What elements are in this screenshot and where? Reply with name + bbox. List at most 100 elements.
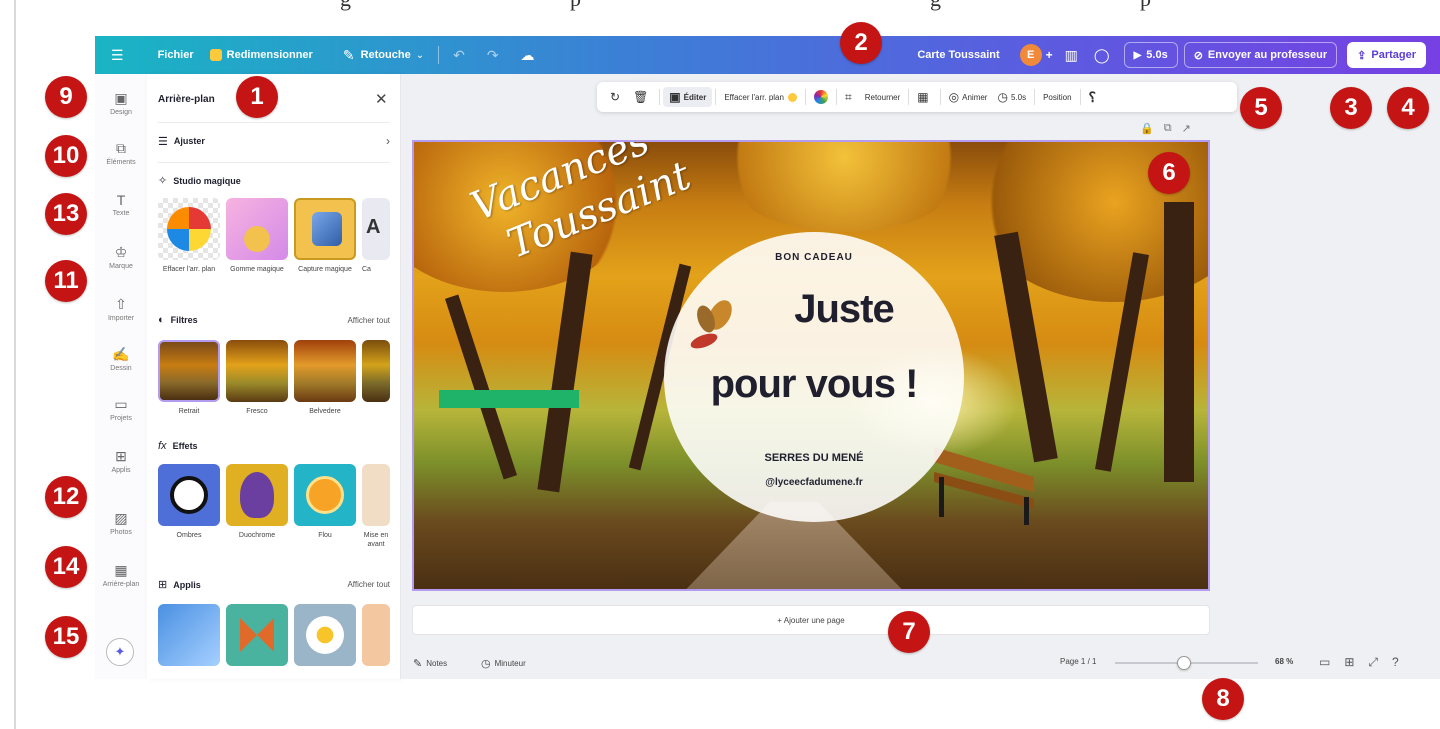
- animate-label: Animer: [962, 92, 988, 102]
- resize-label: Redimensionner: [226, 49, 313, 61]
- edit-image-button[interactable]: ▣ Éditer: [663, 87, 713, 107]
- paint-roller-icon: ⸮: [1088, 88, 1096, 105]
- app-thumb[interactable]: [294, 604, 356, 666]
- animate-button[interactable]: ◎ Animer: [944, 90, 993, 104]
- page-view-icon[interactable]: ▭: [1319, 655, 1330, 670]
- cloud-save-button[interactable]: ☁: [513, 36, 549, 74]
- marker-7: 7: [888, 611, 930, 653]
- apps-see-all[interactable]: Afficher tout: [347, 580, 390, 589]
- effect-thumb[interactable]: [226, 464, 288, 526]
- elements-icon: ⧉: [116, 140, 126, 156]
- file-menu[interactable]: Fichier: [150, 36, 202, 74]
- marker-12: 12: [45, 476, 87, 518]
- lock-icon[interactable]: 🔒: [1140, 122, 1154, 135]
- filter-thumb[interactable]: [226, 340, 288, 402]
- resize-button[interactable]: Redimensionner: [202, 36, 321, 74]
- app-thumb[interactable]: [158, 604, 220, 666]
- design-canvas[interactable]: Vacances Toussaint BON CADEAU Juste pour…: [412, 140, 1210, 591]
- notes-button[interactable]: ✎ Notes: [413, 657, 447, 670]
- soccer-ball-image: [170, 476, 208, 514]
- avatar-button[interactable]: E +: [1016, 36, 1057, 74]
- magic-text-thumb[interactable]: A: [362, 198, 390, 260]
- rail-item-draw[interactable]: ✍ Dessin: [95, 346, 147, 372]
- rail-item-apps[interactable]: ⊞ Applis: [95, 448, 147, 474]
- comment-icon: ◯: [1093, 46, 1110, 63]
- comment-button[interactable]: ◯: [1086, 36, 1118, 74]
- zoom-slider-handle[interactable]: [1176, 656, 1191, 670]
- add-page-icon[interactable]: ↗: [1182, 122, 1191, 135]
- divider: [1079, 89, 1081, 105]
- adjust-row[interactable]: ☰ Ajuster ›: [158, 134, 390, 148]
- filter-thumb[interactable]: [294, 340, 356, 402]
- file-label: Fichier: [157, 49, 194, 61]
- paint-format-button[interactable]: ⸮: [1084, 89, 1104, 106]
- marker-13: 13: [45, 193, 87, 235]
- rail-item-elements[interactable]: ⧉ Éléments: [95, 140, 147, 166]
- zoom-level[interactable]: 68 %: [1275, 657, 1293, 666]
- flip-button[interactable]: Retourner: [860, 93, 906, 102]
- design-title[interactable]: Carte Toussaint: [909, 36, 1007, 74]
- share-button[interactable]: ⇪ Partager: [1347, 42, 1426, 68]
- folder-icon: ▭: [114, 396, 128, 412]
- filters-see-all[interactable]: Afficher tout: [347, 316, 390, 325]
- marker-11: 11: [45, 260, 87, 302]
- effect-item-label: Ombres: [176, 532, 202, 539]
- redo-button[interactable]: ↷: [479, 36, 513, 74]
- erase-bg-button[interactable]: Effacer l'arr. plan: [719, 92, 802, 102]
- rail-label: Design: [110, 109, 132, 116]
- fullscreen-icon[interactable]: ⤢: [1368, 655, 1378, 670]
- app-thumb[interactable]: [226, 604, 288, 666]
- rail-label: Projets: [110, 415, 132, 422]
- magic-wand-icon: ✧: [158, 175, 168, 187]
- add-page-button[interactable]: + Ajouter une page: [412, 605, 1210, 635]
- rail-item-upload[interactable]: ⇧ Importer: [95, 296, 147, 322]
- page: g p g p ☰ Fichier Redimensionner ✎ Retouc…: [0, 0, 1440, 729]
- help-icon[interactable]: ?: [1392, 655, 1399, 670]
- analytics-button[interactable]: ▥: [1057, 36, 1086, 74]
- transparency-button[interactable]: ▦: [912, 90, 936, 104]
- edit-dropdown[interactable]: ✎ Retouche ⌄: [335, 36, 432, 74]
- crop-button[interactable]: ⌗: [840, 90, 860, 105]
- notes-icon: ✎: [413, 658, 423, 670]
- magic-eraser-thumb[interactable]: [226, 198, 288, 260]
- filters-label: Filtres: [170, 315, 198, 325]
- effect-thumb[interactable]: [158, 464, 220, 526]
- rail-item-design[interactable]: ▣ Design: [95, 90, 147, 116]
- rail-item-brand[interactable]: ♔ Marque: [95, 244, 147, 270]
- rail-item-photos[interactable]: ▨ Photos: [95, 510, 147, 536]
- timer-label: Minuteur: [494, 659, 526, 668]
- undo-button[interactable]: ↶: [445, 36, 479, 74]
- effect-thumb[interactable]: [362, 464, 390, 526]
- divider: [908, 89, 910, 105]
- white-circle[interactable]: BON CADEAU Juste pour vous ! SERRES DU M…: [664, 232, 964, 522]
- app-thumb[interactable]: [362, 604, 390, 666]
- color-button[interactable]: [809, 90, 833, 104]
- rail-item-projects[interactable]: ▭ Projets: [95, 396, 147, 422]
- close-icon[interactable]: ✕: [375, 90, 388, 108]
- duplicate-page-icon[interactable]: ⧉: [1164, 122, 1172, 135]
- timer-button[interactable]: ◷ Minuteur: [481, 657, 526, 670]
- send-teacher-label: Envoyer au professeur: [1207, 49, 1328, 61]
- refresh-icon: ↻: [610, 90, 621, 104]
- crown-icon: [787, 92, 797, 102]
- filter-icon: ◐: [158, 314, 165, 326]
- present-button[interactable]: ▶ 5.0s: [1123, 42, 1178, 68]
- magic-assistant-button[interactable]: ✦: [106, 638, 134, 666]
- delete-button[interactable]: 🗑: [628, 90, 656, 104]
- duration-button[interactable]: ◷ 5.0s: [992, 90, 1031, 104]
- magic-grab-thumb[interactable]: [294, 198, 356, 260]
- filter-thumb[interactable]: [362, 340, 390, 402]
- trash-icon: 🗑: [633, 90, 649, 104]
- magic-erase-bg-thumb[interactable]: [158, 198, 220, 260]
- upload-icon: ⇧: [115, 296, 127, 312]
- grid-view-icon[interactable]: ⊞: [1344, 655, 1354, 670]
- rail-item-text[interactable]: T Texte: [95, 192, 147, 217]
- regenerate-button[interactable]: ↻: [605, 90, 628, 104]
- rail-item-background[interactable]: ▦ Arrière-plan: [95, 562, 147, 588]
- menu-button[interactable]: ☰: [95, 36, 150, 74]
- send-teacher-button[interactable]: ⊘ Envoyer au professeur: [1183, 42, 1338, 68]
- effect-thumb[interactable]: [294, 464, 356, 526]
- orange-slice-image: [306, 476, 344, 514]
- filter-thumb[interactable]: [158, 340, 220, 402]
- position-button[interactable]: Position: [1038, 93, 1076, 102]
